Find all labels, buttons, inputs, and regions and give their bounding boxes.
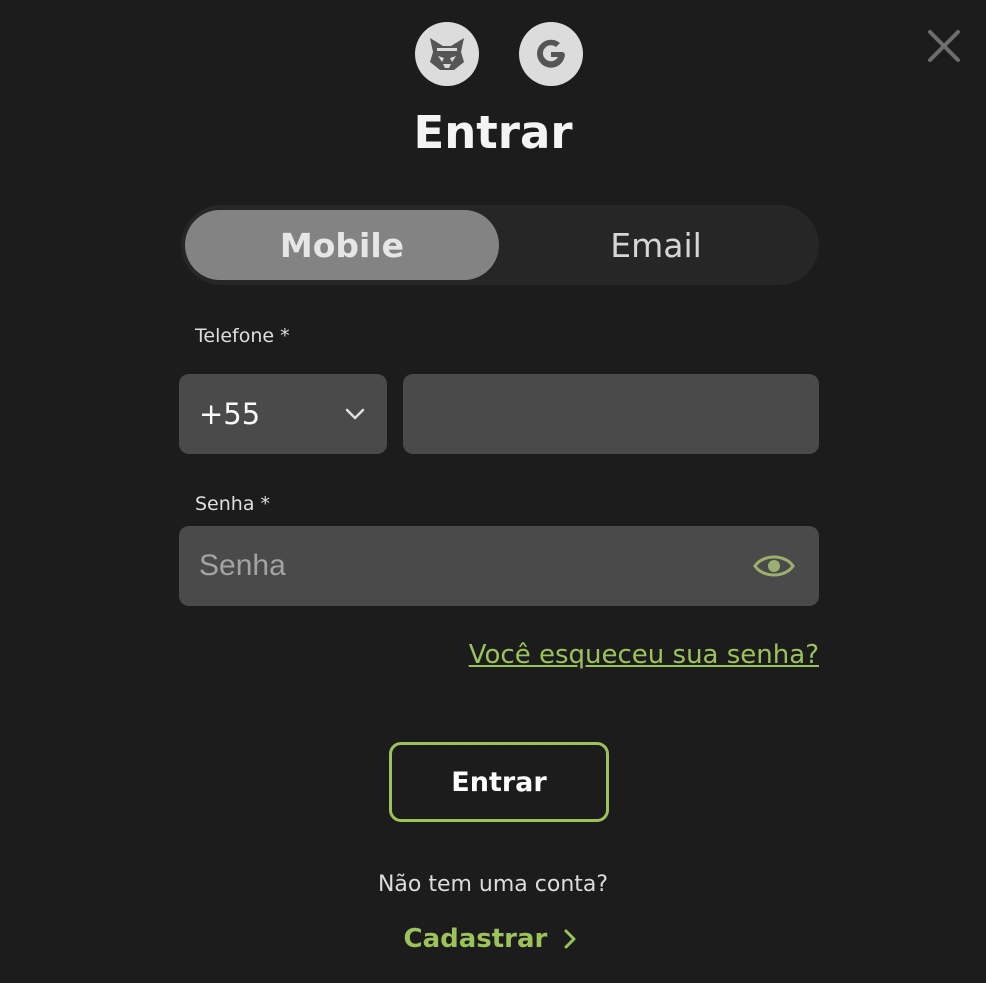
password-label: Senha *	[195, 493, 271, 515]
phone-input[interactable]	[403, 374, 819, 454]
eye-icon[interactable]	[753, 552, 795, 580]
submit-button[interactable]: Entrar	[389, 742, 609, 822]
close-icon	[928, 30, 960, 62]
metamask-fox-icon	[430, 38, 464, 70]
signup-label: Cadastrar	[403, 924, 548, 954]
tab-email[interactable]: Email	[499, 210, 813, 280]
password-input[interactable]: Senha	[179, 526, 819, 606]
forgot-password-link[interactable]: Você esqueceu sua senha?	[469, 640, 819, 670]
close-button[interactable]	[924, 26, 964, 66]
metamask-login-button[interactable]	[415, 22, 479, 86]
login-method-tabs: Mobile Email	[181, 205, 819, 285]
phone-label: Telefone *	[195, 325, 290, 347]
google-login-button[interactable]	[519, 22, 583, 86]
country-code-select[interactable]: +55	[179, 374, 387, 454]
dialog-title: Entrar	[413, 106, 573, 159]
password-placeholder: Senha	[199, 549, 286, 582]
chevron-down-icon	[345, 408, 365, 420]
google-g-icon	[537, 39, 565, 68]
no-account-text: Não tem uma conta?	[377, 872, 609, 897]
signup-link[interactable]: Cadastrar	[0, 924, 986, 954]
chevron-right-icon	[564, 929, 576, 949]
country-code-value: +55	[199, 397, 261, 431]
tab-mobile[interactable]: Mobile	[185, 210, 499, 280]
